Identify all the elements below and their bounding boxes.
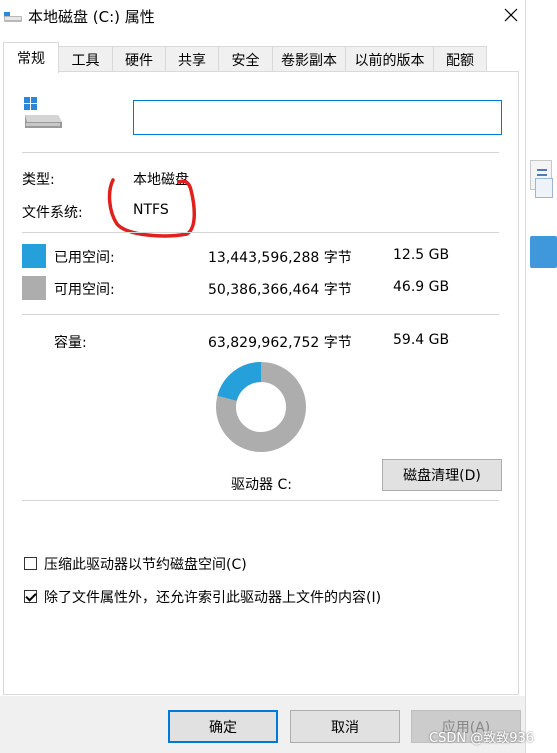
tab-label: 硬件 xyxy=(125,52,153,69)
ok-label: 确定 xyxy=(209,719,237,736)
tab-label: 配额 xyxy=(446,52,474,69)
free-space-bytes: 50,386,366,464 字节 xyxy=(208,282,352,298)
index-checkbox[interactable] xyxy=(24,590,37,603)
ok-button[interactable]: 确定 xyxy=(168,710,278,743)
capacity-gb: 59.4 GB xyxy=(393,332,450,348)
tab-label: 卷影副本 xyxy=(281,52,337,69)
used-space-gb: 12.5 GB xyxy=(393,247,450,263)
free-space-label: 可用空间: xyxy=(54,282,115,298)
compress-label[interactable]: 压缩此驱动器以节约磁盘空间(C) xyxy=(44,554,247,574)
drive-icon xyxy=(4,8,22,26)
drive-label: 驱动器 C: xyxy=(231,477,292,493)
disk-cleanup-button[interactable]: 磁盘清理(D) xyxy=(382,459,502,491)
cancel-button[interactable]: 取消 xyxy=(290,710,400,743)
compress-checkbox[interactable] xyxy=(24,557,37,570)
tab-hardware[interactable]: 硬件 xyxy=(112,46,166,72)
close-button[interactable] xyxy=(496,2,526,28)
tab-bar: 常规 工具 硬件 共享 安全 卷影副本 以前的版本 配额 xyxy=(0,42,525,73)
desktop-background xyxy=(525,0,557,753)
divider xyxy=(22,152,499,153)
disk-cleanup-label: 磁盘清理(D) xyxy=(403,468,481,484)
free-space-swatch xyxy=(22,276,46,300)
tab-label: 工具 xyxy=(71,52,100,69)
tab-quota[interactable]: 配额 xyxy=(433,46,487,72)
type-label: 类型: xyxy=(22,172,55,188)
tab-tools[interactable]: 工具 xyxy=(58,46,113,72)
document-icon xyxy=(535,178,553,198)
used-space-label: 已用空间: xyxy=(54,250,115,266)
tab-label: 安全 xyxy=(231,52,260,69)
watermark: CSDN @致致936 xyxy=(429,731,535,746)
filesystem-label: 文件系统: xyxy=(22,205,83,221)
free-space-gb: 46.9 GB xyxy=(393,279,450,295)
used-space-arc xyxy=(217,362,262,402)
tab-sharing[interactable]: 共享 xyxy=(165,46,219,72)
index-label[interactable]: 除了文件属性外，还允许索引此驱动器上文件的内容(I) xyxy=(44,587,381,607)
divider xyxy=(22,232,499,233)
capacity-label: 容量: xyxy=(54,335,87,351)
used-space-bytes: 13,443,596,288 字节 xyxy=(208,250,352,266)
disk-usage-donut xyxy=(216,362,306,452)
drive-icon xyxy=(24,97,64,129)
tab-general[interactable]: 常规 xyxy=(3,42,59,73)
tab-shadow-copies[interactable]: 卷影副本 xyxy=(272,46,346,72)
used-space-swatch xyxy=(22,244,46,268)
close-icon xyxy=(504,8,518,22)
tab-label: 以前的版本 xyxy=(354,52,425,69)
window-title: 本地磁盘 (C:) 属性 xyxy=(28,8,155,26)
title-bar: 本地磁盘 (C:) 属性 xyxy=(0,0,557,32)
capacity-bytes: 63,829,962,752 字节 xyxy=(208,335,352,351)
volume-name-input[interactable] xyxy=(133,100,502,135)
folder-icon xyxy=(530,236,557,268)
red-annotation-circle xyxy=(107,178,196,238)
cancel-label: 取消 xyxy=(331,719,359,736)
tab-label: 常规 xyxy=(17,51,45,67)
divider xyxy=(22,314,499,315)
tab-label: 共享 xyxy=(178,52,206,69)
tab-previous-versions[interactable]: 以前的版本 xyxy=(345,46,434,72)
divider xyxy=(22,500,499,501)
tab-security[interactable]: 安全 xyxy=(218,46,273,72)
